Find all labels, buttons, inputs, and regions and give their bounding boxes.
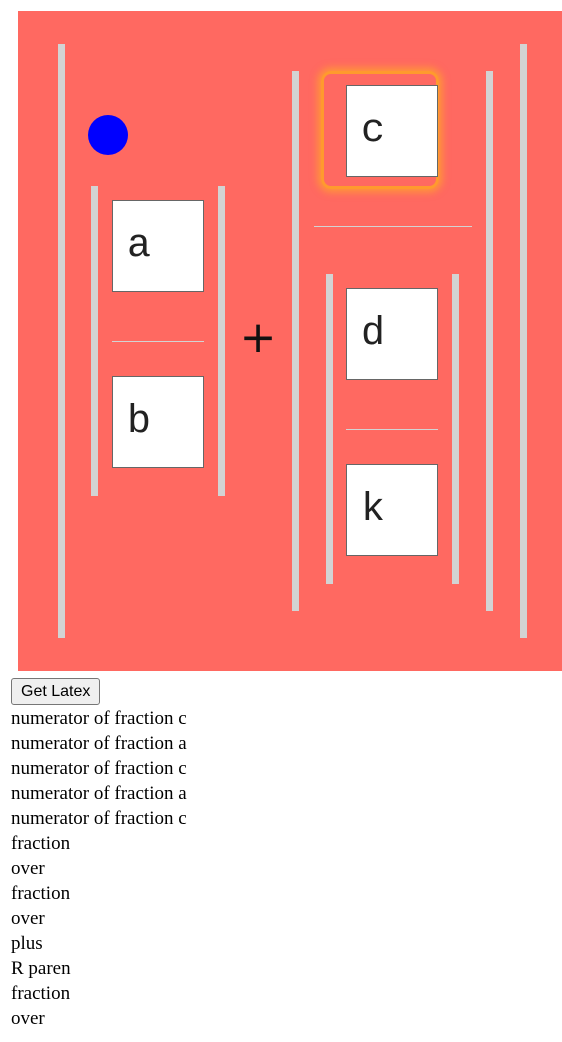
outer-left-paren (58, 44, 65, 638)
log-entry: numerator of fraction a (11, 733, 187, 754)
outer-right-paren (520, 44, 527, 638)
group-left-paren (292, 71, 299, 611)
fraction-dk-line (346, 429, 438, 430)
plus-operator: + (239, 312, 277, 363)
log-entry: R paren (11, 958, 71, 979)
log-entry: numerator of fraction c (11, 758, 187, 779)
log-entry: plus (11, 933, 43, 954)
log-entry: numerator of fraction c (11, 808, 187, 829)
log-entry: fraction (11, 983, 71, 1004)
numerator-box-a[interactable]: a (112, 200, 204, 292)
fraction-ab-right-bracket (218, 186, 225, 496)
numerator-box-d[interactable]: d (346, 288, 438, 380)
log-entry: numerator of fraction c (11, 708, 187, 729)
log-entry: fraction (11, 883, 71, 904)
cursor-dot (88, 115, 128, 155)
log-entry: fraction (11, 833, 71, 854)
log-entry: over (11, 1008, 45, 1029)
numerator-box-c[interactable]: c (346, 85, 438, 177)
fraction-ab-left-bracket (91, 186, 98, 496)
log-entry: over (11, 858, 45, 879)
denominator-box-k[interactable]: k (346, 464, 438, 556)
speech-log: numerator of fraction c numerator of frac… (11, 706, 187, 1031)
fraction-dk-right-bracket (452, 274, 459, 584)
group-right-paren (486, 71, 493, 611)
equation-editor-canvas[interactable]: a b + c d k (18, 11, 562, 671)
fraction-c-line (314, 226, 472, 227)
log-entry: over (11, 908, 45, 929)
get-latex-button[interactable]: Get Latex (11, 678, 101, 705)
denominator-box-b[interactable]: b (112, 376, 204, 468)
fraction-ab-line (112, 341, 204, 342)
fraction-dk-left-bracket (326, 274, 333, 584)
log-entry: numerator of fraction a (11, 783, 187, 804)
